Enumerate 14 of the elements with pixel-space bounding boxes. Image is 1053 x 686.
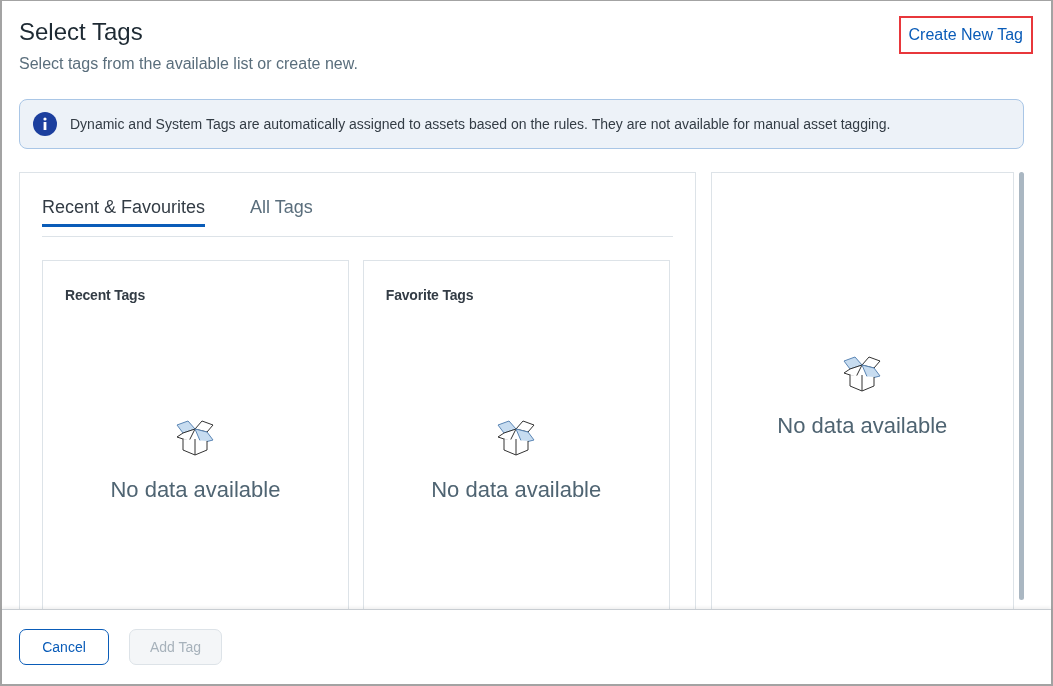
empty-message: No data available [110,477,281,503]
empty-message: No data available [431,477,602,503]
card-title: Recent Tags [65,287,146,303]
empty-message: No data available [777,413,948,439]
create-new-tag-link[interactable]: Create New Tag [898,16,1033,54]
dialog-subtitle: Select tags from the available list or create new. [19,55,358,73]
cancel-button[interactable]: Cancel [19,629,109,665]
tab[interactable]: Recent & Favourites [42,197,206,227]
tab[interactable]: All Tags [250,197,313,227]
scrollbar[interactable] [1019,172,1024,600]
info-message: Dynamic and System Tags are automatically assigned to assets based on the rules. They are not available for manual asset tagging. [70,116,891,132]
card-title: Favorite Tags [385,287,475,303]
dialog-title: Select Tags [19,18,144,46]
info-icon [33,112,57,136]
